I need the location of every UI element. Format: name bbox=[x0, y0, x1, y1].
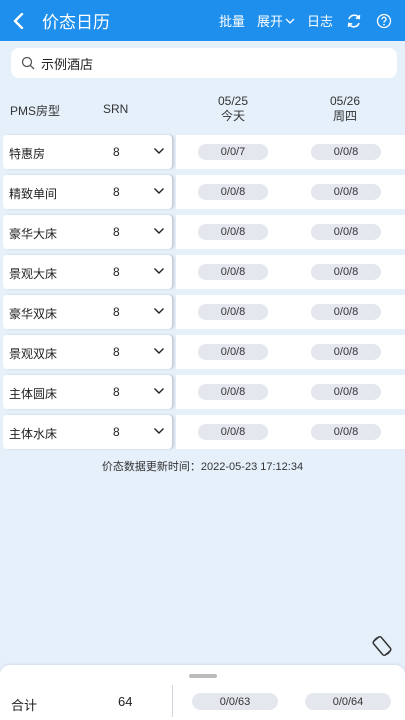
date-1-pill[interactable]: 0/0/8 bbox=[198, 224, 268, 240]
srn-value: 8 bbox=[113, 425, 120, 439]
date-1-pill[interactable]: 0/0/8 bbox=[198, 184, 268, 200]
date-cells: 0/0/8 0/0/8 bbox=[176, 295, 405, 329]
date-cells: 0/0/8 0/0/8 bbox=[176, 215, 405, 249]
total-value: 64 bbox=[118, 694, 133, 709]
chevron-down-icon[interactable] bbox=[153, 266, 165, 276]
date-label: 05/26 bbox=[329, 94, 361, 108]
date-2-pill[interactable]: 0/0/8 bbox=[311, 384, 381, 400]
date-1-pill[interactable]: 0/0/8 bbox=[198, 344, 268, 360]
chevron-down-icon[interactable] bbox=[153, 306, 165, 316]
date-cells: 0/0/8 0/0/8 bbox=[176, 375, 405, 409]
srn-value: 8 bbox=[113, 145, 120, 159]
refresh-icon[interactable] bbox=[345, 12, 363, 30]
table-row: 景观大床 8 0/0/8 0/0/8 bbox=[0, 255, 405, 289]
log-button[interactable]: 日志 bbox=[307, 11, 333, 30]
expand-label: 展开 bbox=[256, 14, 283, 29]
srn-value: 8 bbox=[113, 385, 120, 399]
col-room-type: PMS房型 bbox=[10, 104, 61, 118]
date-1-pill[interactable]: 0/0/8 bbox=[198, 384, 268, 400]
room-type-cell[interactable]: 景观双床 8 bbox=[3, 335, 172, 369]
room-type-cell[interactable]: 景观大床 8 bbox=[3, 255, 172, 289]
room-type-cell[interactable]: 豪华大床 8 bbox=[3, 215, 172, 249]
summary-footer: 合计 64 0/0/63 0/0/64 bbox=[0, 665, 405, 720]
expand-button[interactable]: 展开 bbox=[257, 11, 295, 30]
date-1-pill[interactable]: 0/0/7 bbox=[198, 144, 268, 160]
room-type-cell[interactable]: 主体水床 8 bbox=[3, 415, 172, 449]
date-cells: 0/0/7 0/0/8 bbox=[176, 135, 405, 169]
room-type-cell[interactable]: 特惠房 8 bbox=[3, 135, 172, 169]
date-2-pill[interactable]: 0/0/8 bbox=[311, 344, 381, 360]
chevron-down-icon[interactable] bbox=[153, 146, 165, 156]
date-cells: 0/0/8 0/0/8 bbox=[176, 175, 405, 209]
table-row: 主体圆床 8 0/0/8 0/0/8 bbox=[0, 375, 405, 409]
date-2-pill[interactable]: 0/0/8 bbox=[311, 144, 381, 160]
back-arrow-icon[interactable] bbox=[0, 0, 38, 41]
table-row: 精致单间 8 0/0/8 0/0/8 bbox=[0, 175, 405, 209]
date-2-pill[interactable]: 0/0/8 bbox=[311, 304, 381, 320]
room-name: 豪华双床 bbox=[9, 307, 58, 321]
divider bbox=[172, 685, 173, 717]
total-date-2-pill: 0/0/64 bbox=[305, 693, 391, 710]
total-date-1-pill: 0/0/63 bbox=[192, 693, 278, 710]
total-label: 合计 bbox=[11, 698, 38, 713]
srn-value: 8 bbox=[113, 305, 120, 319]
date-column-1: 05/25 今天 bbox=[198, 94, 268, 124]
room-name: 景观大床 bbox=[9, 267, 58, 281]
chevron-down-icon[interactable] bbox=[153, 186, 165, 196]
room-name: 特惠房 bbox=[9, 147, 46, 161]
rotate-screen-icon[interactable] bbox=[369, 633, 395, 659]
chevron-down-icon[interactable] bbox=[153, 226, 165, 236]
page-title: 价态日历 bbox=[42, 13, 110, 32]
date-column-2: 05/26 周四 bbox=[310, 94, 380, 124]
batch-button[interactable]: 批量 bbox=[219, 11, 245, 30]
srn-value: 8 bbox=[113, 225, 120, 239]
date-cells: 0/0/8 0/0/8 bbox=[176, 415, 405, 449]
table-row: 景观双床 8 0/0/8 0/0/8 bbox=[0, 335, 405, 369]
table-row: 豪华双床 8 0/0/8 0/0/8 bbox=[0, 295, 405, 329]
top-bar: 价态日历 批量 展开 日志 bbox=[0, 0, 405, 41]
date-1-pill[interactable]: 0/0/8 bbox=[198, 264, 268, 280]
room-type-cell[interactable]: 精致单间 8 bbox=[3, 175, 172, 209]
date-1-pill[interactable]: 0/0/8 bbox=[198, 304, 268, 320]
date-cells: 0/0/8 0/0/8 bbox=[176, 255, 405, 289]
update-time: 价态数据更新时间：2022-05-23 17:12:34 bbox=[101, 461, 304, 473]
table-row: 特惠房 8 0/0/7 0/0/8 bbox=[0, 135, 405, 169]
room-type-cell[interactable]: 主体圆床 8 bbox=[3, 375, 172, 409]
date-label: 05/25 bbox=[217, 94, 249, 108]
search-input[interactable]: 示例酒店 bbox=[11, 48, 397, 78]
chevron-down-icon bbox=[285, 18, 295, 24]
date-2-pill[interactable]: 0/0/8 bbox=[311, 184, 381, 200]
table-row: 豪华大床 8 0/0/8 0/0/8 bbox=[0, 215, 405, 249]
chevron-down-icon[interactable] bbox=[153, 346, 165, 356]
room-name: 主体圆床 bbox=[9, 387, 58, 401]
day-label: 今天 bbox=[220, 109, 245, 123]
help-icon[interactable] bbox=[375, 12, 393, 30]
room-name: 主体水床 bbox=[9, 427, 58, 441]
date-2-pill[interactable]: 0/0/8 bbox=[311, 224, 381, 240]
search-value: 示例酒店 bbox=[41, 56, 94, 72]
day-label: 周四 bbox=[332, 109, 357, 123]
date-1-pill[interactable]: 0/0/8 bbox=[198, 424, 268, 440]
room-name: 精致单间 bbox=[9, 187, 58, 201]
room-name: 豪华大床 bbox=[9, 227, 58, 241]
srn-value: 8 bbox=[113, 345, 120, 359]
chevron-down-icon[interactable] bbox=[153, 386, 165, 396]
srn-value: 8 bbox=[113, 185, 120, 199]
table-header: PMS房型 SRN 05/25 今天 05/26 周四 bbox=[0, 92, 405, 130]
col-srn: SRN bbox=[103, 102, 129, 116]
chevron-down-icon[interactable] bbox=[153, 426, 165, 436]
room-name: 景观双床 bbox=[9, 347, 58, 361]
srn-value: 8 bbox=[113, 265, 120, 279]
drag-handle[interactable] bbox=[189, 674, 217, 678]
search-icon bbox=[21, 56, 35, 70]
date-2-pill[interactable]: 0/0/8 bbox=[311, 264, 381, 280]
room-type-cell[interactable]: 豪华双床 8 bbox=[3, 295, 172, 329]
date-2-pill[interactable]: 0/0/8 bbox=[311, 424, 381, 440]
table-row: 主体水床 8 0/0/8 0/0/8 bbox=[0, 415, 405, 449]
date-cells: 0/0/8 0/0/8 bbox=[176, 335, 405, 369]
